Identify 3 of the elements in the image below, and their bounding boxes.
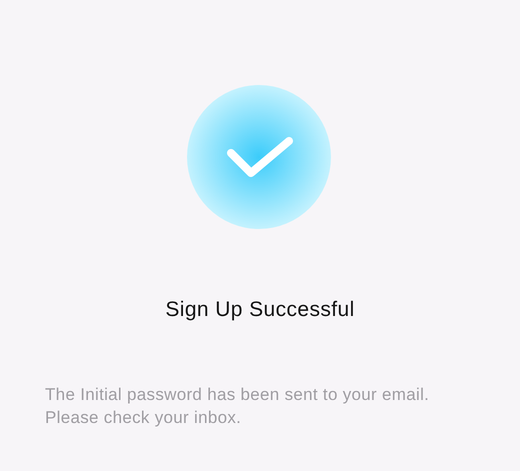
check-icon bbox=[187, 85, 331, 229]
info-message: The Initial password has been sent to your email. Please check your inbox. bbox=[45, 384, 430, 429]
success-title: Sign Up Successful bbox=[165, 297, 355, 323]
